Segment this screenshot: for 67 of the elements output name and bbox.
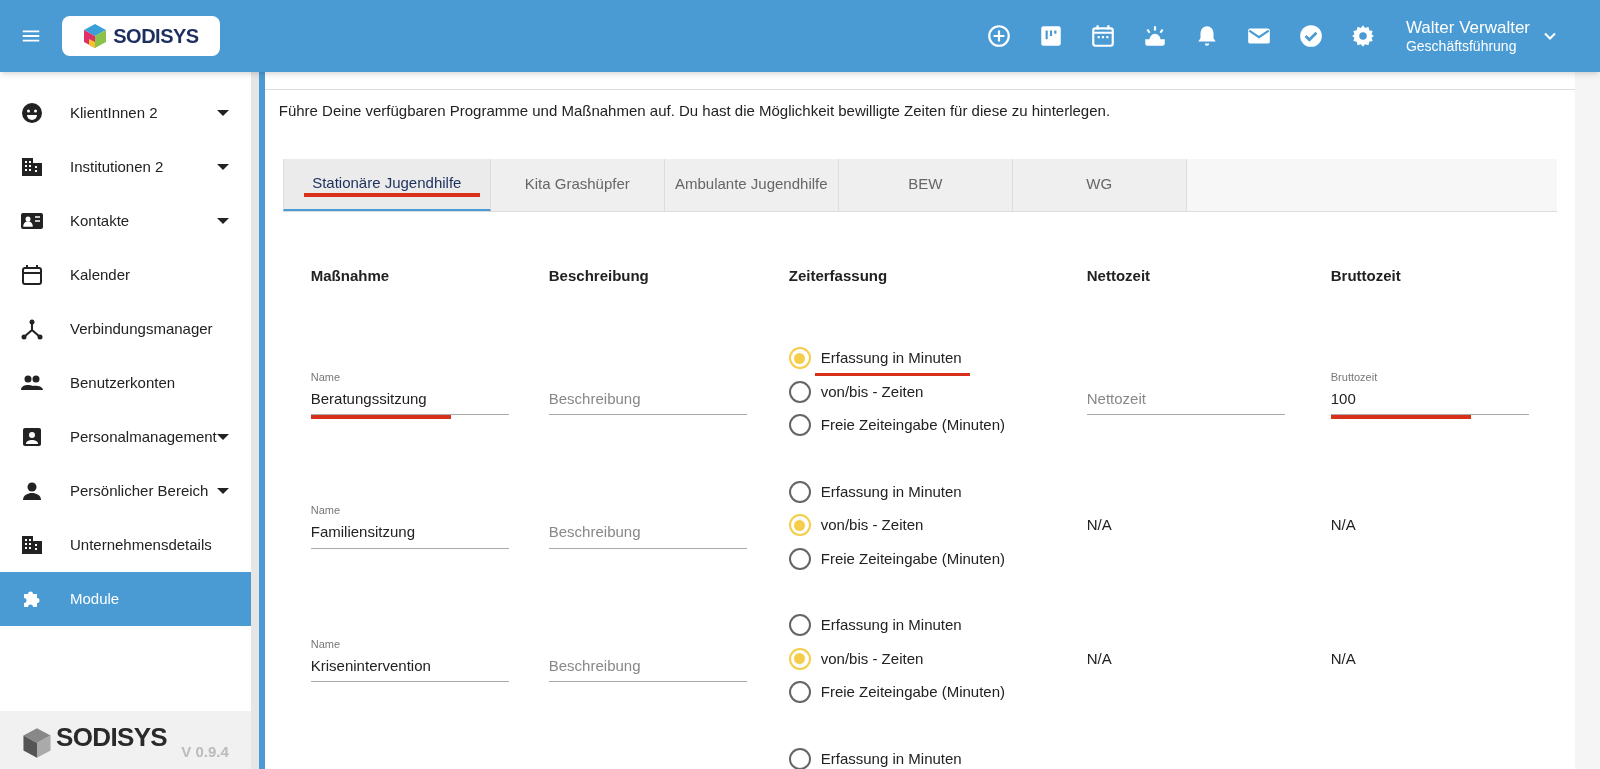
cube-logo-icon <box>83 23 108 49</box>
person-badge-icon <box>20 425 44 449</box>
radio-button[interactable] <box>788 681 811 704</box>
column-header: Beschreibung <box>548 265 650 286</box>
radio-button[interactable] <box>788 380 811 403</box>
table-cell: N/A <box>1330 516 1356 534</box>
input-field[interactable]: Beratungssitzung <box>310 387 509 415</box>
radio-button[interactable] <box>788 547 811 570</box>
input-field[interactable]: Beschreibung <box>548 654 747 682</box>
input-field[interactable]: Krisenintervention <box>310 654 509 682</box>
field-label: Name <box>310 369 341 385</box>
radio-button[interactable] <box>788 614 811 637</box>
logo-badge[interactable]: SODISYS <box>62 16 220 56</box>
table-cell: N/A <box>1086 516 1112 534</box>
radio-label: Erfassung in Minuten <box>820 481 962 502</box>
sidebar-item[interactable]: Unternehmensdetails <box>0 518 251 572</box>
column-header: Maßnahme <box>310 265 391 286</box>
radio-label: von/bis - Zeiten <box>820 515 924 535</box>
tab[interactable]: Stationäre Jugendhilfe <box>282 158 491 211</box>
column-header: Zeiterfassung <box>788 265 889 286</box>
smiley-icon <box>20 101 44 125</box>
field-label: Name <box>310 636 341 652</box>
input-field[interactable]: Familiensitzung <box>310 521 509 549</box>
sidebar-item[interactable]: Institutionen 2 <box>0 140 251 194</box>
sidebar-item[interactable]: KlientInnen 2 <box>0 86 251 140</box>
sidebar-item[interactable]: Kalender <box>0 248 251 302</box>
input-field[interactable]: Beschreibung <box>548 387 747 415</box>
cube-logo-icon <box>22 727 52 759</box>
tab[interactable]: Kita Grashüpfer <box>490 158 665 211</box>
sidebar-item[interactable]: Benutzerkonten <box>0 356 251 410</box>
footer-logo-text: SODISYS <box>56 721 168 754</box>
column-header: Nettozeit <box>1086 265 1152 286</box>
radio-label: von/bis - Zeiten <box>820 648 924 669</box>
radio-label: von/bis - Zeiten <box>820 381 924 402</box>
input-field[interactable]: Nettozeit <box>1086 387 1285 415</box>
tab[interactable]: Ambulante Jugendhilfe <box>664 158 839 211</box>
field-label: Bruttozeit <box>1330 369 1378 385</box>
building-icon <box>20 533 44 557</box>
table-cell: N/A <box>1086 649 1112 667</box>
intro-text: Führe Deine verfügbaren Programme und Maßnahmen auf. Du hast die Möglichkeit bewilligte Zeiten für diese zu hinterlegen. <box>277 101 1112 121</box>
user-role: Geschäftsführung <box>1405 37 1518 56</box>
input-field[interactable]: Beschreibung <box>548 521 747 549</box>
sidebar-item[interactable]: Verbindungsmanager <box>0 302 251 356</box>
plus-circle-icon[interactable] <box>985 23 1012 49</box>
radio-button[interactable] <box>788 480 811 503</box>
sidebar-item[interactable]: Personalmanagement <box>0 410 251 464</box>
radio-button[interactable] <box>788 414 811 437</box>
tab[interactable]: BEW <box>838 158 1013 211</box>
sidebar-item[interactable]: Persönlicher Bereich <box>0 464 251 518</box>
radio-label: Freie Zeiteingabe (Minuten) <box>820 548 1006 569</box>
logo-text: SODISYS <box>113 24 199 49</box>
check-circle-icon[interactable] <box>1297 23 1324 49</box>
table-cell: N/A <box>1330 649 1356 667</box>
tab[interactable]: WG <box>1012 158 1187 211</box>
network-icon <box>20 317 44 341</box>
radio-label: Freie Zeiteingabe (Minuten) <box>820 682 1006 702</box>
building-icon <box>20 155 44 179</box>
radio-label: Erfassung in Minuten <box>820 748 962 769</box>
radio-label: Erfassung in Minuten <box>820 615 962 635</box>
calendar-icon <box>20 263 44 287</box>
calendar-icon[interactable] <box>1089 23 1116 49</box>
column-header: Bruttozeit <box>1330 265 1402 286</box>
sidebar-item[interactable]: Kontakte <box>0 194 251 248</box>
field-label: Name <box>310 503 341 518</box>
radio-label: Freie Zeiteingabe (Minuten) <box>820 415 1006 435</box>
radio-label: Erfassung in Minuten <box>820 347 962 370</box>
radio-button[interactable] <box>788 747 811 769</box>
